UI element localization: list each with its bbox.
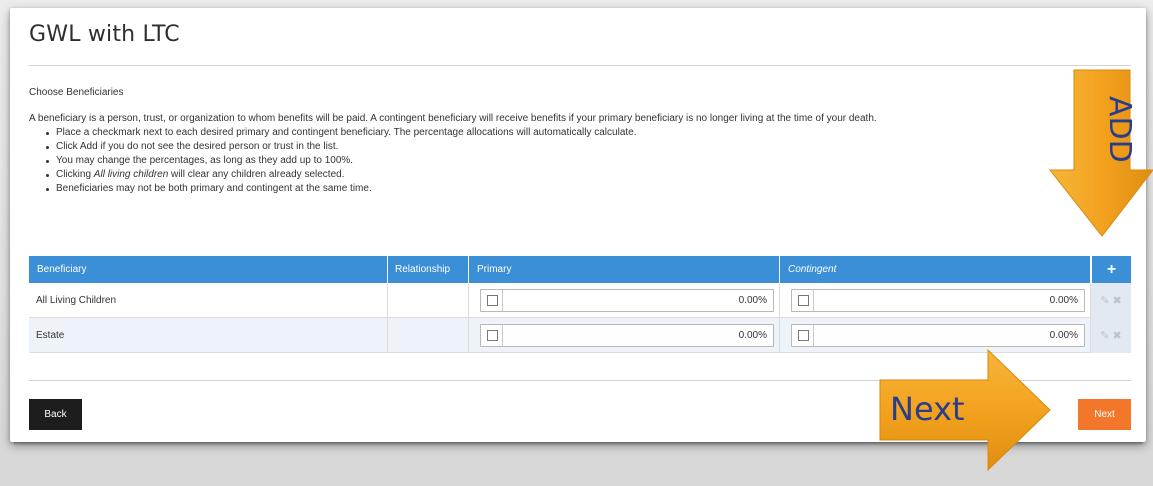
- instruction-text: Clicking: [56, 169, 94, 180]
- primary-percent-value: 0.00%: [738, 295, 767, 306]
- instruction-item: You may change the percentages, as long …: [46, 154, 637, 168]
- title-divider: [29, 65, 1131, 66]
- pencil-icon[interactable]: ✎: [1100, 329, 1109, 342]
- table-row: All Living Children 0.00% 0.00% ✎ ✖: [29, 283, 1131, 318]
- next-callout-label: Next: [890, 390, 965, 428]
- instruction-text: will clear any children already selected…: [168, 169, 345, 180]
- primary-cell: 0.00%: [468, 283, 779, 318]
- primary-percent-value: 0.00%: [738, 330, 767, 341]
- instruction-item: Place a checkmark next to each desired p…: [46, 126, 637, 140]
- contingent-percent-value: 0.00%: [1049, 295, 1078, 306]
- instruction-item: Click Add if you do not see the desired …: [46, 140, 637, 154]
- beneficiary-name: Estate: [36, 330, 65, 341]
- x-icon[interactable]: ✖: [1113, 329, 1122, 342]
- header-relationship: Relationship: [387, 256, 468, 283]
- plus-icon: +: [1106, 260, 1117, 278]
- section-label: Choose Beneficiaries: [29, 87, 124, 98]
- instruction-item: Clicking All living children will clear …: [46, 168, 637, 182]
- primary-checkbox[interactable]: [487, 295, 498, 306]
- table-header: Beneficiary Relationship Primary Conting…: [29, 256, 1131, 283]
- next-button[interactable]: Next: [1078, 399, 1131, 430]
- contingent-cell: 0.00%: [779, 283, 1090, 318]
- beneficiary-name: All Living Children: [36, 295, 117, 306]
- primary-percent-field[interactable]: 0.00%: [480, 289, 774, 312]
- instruction-emphasis: All living children: [93, 169, 169, 180]
- table-row: Estate 0.00% 0.00% ✎ ✖: [29, 318, 1131, 353]
- row-actions: ✎ ✖: [1090, 318, 1131, 353]
- header-contingent: Contingent: [779, 256, 1090, 283]
- relationship-cell: [387, 318, 468, 353]
- contingent-percent-value: 0.00%: [1049, 330, 1078, 341]
- header-primary: Primary: [468, 256, 779, 283]
- field-divider: [502, 290, 503, 311]
- relationship-cell: [387, 283, 468, 318]
- page-title: GWL with LTC: [29, 22, 180, 47]
- intro-text: A beneficiary is a person, trust, or org…: [29, 113, 877, 124]
- field-divider: [502, 325, 503, 346]
- contingent-cell: 0.00%: [779, 318, 1090, 353]
- back-button[interactable]: Back: [29, 399, 82, 430]
- add-callout-label: ADD: [1102, 96, 1137, 163]
- instruction-item: Beneficiaries may not be both primary an…: [46, 182, 637, 196]
- primary-percent-field[interactable]: 0.00%: [480, 324, 774, 347]
- instruction-list: Place a checkmark next to each desired p…: [46, 126, 637, 196]
- contingent-checkbox[interactable]: [798, 330, 809, 341]
- header-beneficiary: Beneficiary: [37, 264, 87, 275]
- add-beneficiary-button[interactable]: +: [1090, 256, 1131, 283]
- field-divider: [813, 290, 814, 311]
- field-divider: [813, 325, 814, 346]
- pencil-icon[interactable]: ✎: [1100, 294, 1109, 307]
- primary-cell: 0.00%: [468, 318, 779, 353]
- row-actions: ✎ ✖: [1090, 283, 1131, 318]
- contingent-percent-field[interactable]: 0.00%: [791, 289, 1085, 312]
- contingent-percent-field[interactable]: 0.00%: [791, 324, 1085, 347]
- contingent-checkbox[interactable]: [798, 295, 809, 306]
- x-icon[interactable]: ✖: [1113, 294, 1122, 307]
- primary-checkbox[interactable]: [487, 330, 498, 341]
